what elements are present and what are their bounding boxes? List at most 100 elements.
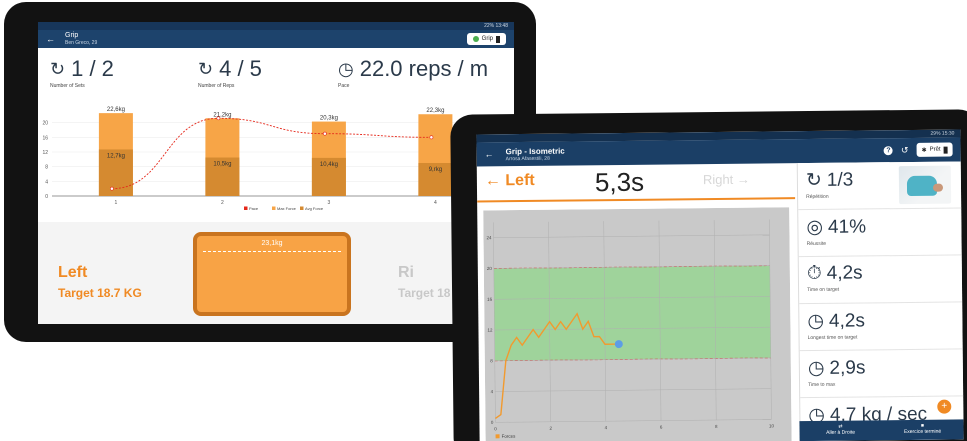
battery-icon [496,35,500,43]
connected-dot-icon [472,36,479,42]
back-arrow-icon[interactable]: ← [485,149,494,159]
legend-label: Avg Force [305,206,324,211]
reps-chart: 0 4 8 12 16 20 22,6kg 12,7kg 1 21,2kg 10,5kg 2 20,3k… [42,107,478,211]
stats-sidebar: ↻ 1/3 Répétition ◎ 41% Réussite ⏱ 4,2s Time… [796,161,964,441]
force-chart: 0 2 4 6 8 1004812162024Forces [483,207,792,441]
x-tick-label: 3 [328,200,331,206]
stat-time-on-target: ⏱ 4,2s Time on target [798,255,963,305]
bar-label-avg: 10,5kg [213,162,231,168]
stat-label: Number of Sets [50,83,85,89]
y-tick-label: 20 [42,121,48,127]
legend-swatch [272,206,276,210]
y-tick-label: 16 [487,297,493,302]
finish-exercise-label: Exercice terminé [903,428,942,436]
stopwatch-icon: ⏱ [806,262,822,285]
page-subtitle: Arrosa Afasestili, 28 [505,155,550,162]
bar-label-max: 22,3kg [426,108,444,114]
stat-value: 1/3 [826,169,854,191]
right-side: Ri Target 18 [398,264,450,300]
stats-row: ↻ 1 / 2 Number of Sets ↻ 4 / 5 Number of R… [38,52,514,100]
exercise-photo [898,165,952,205]
stat-success: ◎ 41% Réussite [798,208,962,258]
app-bar: ← Grip Ben Greco, 29 Grip [38,30,514,48]
y-tick-label: 8 [45,165,48,171]
stat-value: 22.0 reps / m [359,56,489,81]
target-icon: ◎ [806,216,824,239]
refresh-icon: ↻ [805,169,822,192]
title-block: Grip - Isometric Arrosa Afasestili, 28 [506,146,565,162]
back-arrow-icon[interactable]: ← [46,34,55,44]
pace-point [110,186,114,191]
stat-value: 41% [827,215,867,238]
device-chip[interactable]: ✱ Prêt [916,142,953,157]
legend-label: Max Force [277,206,297,211]
pace-point [429,135,434,140]
bluetooth-icon: ✱ [921,147,927,154]
elapsed-time: 5,3s [594,166,645,198]
stat-longest-time: ◷ 4,2s Longest time on target [799,302,963,352]
stat-pace: ◷ 22.0 reps / m Pace [338,56,488,89]
add-button[interactable]: + [937,399,952,414]
y-tick-label: 12 [487,328,493,333]
left-target: Target 18.7 KG [58,286,142,300]
side-header: ← Left 5,3s Right → [476,163,796,203]
stat-sets: ↻ 1 / 2 Number of Sets [50,56,114,89]
legend-label: Pace [249,206,259,211]
scene: 22% 13:48 ← Grip Ben Greco, 29 Grip ↻ 1 /… [0,0,967,441]
refresh-icon: ↻ [198,58,214,79]
stat-value: 1 / 2 [71,56,114,81]
legend-label: Forces [502,434,517,439]
y-tick-label: 12 [42,150,48,156]
gauge-panel: Left Target 18.7 KG 23,1kg Ri Target 18 [38,222,514,324]
y-tick-label: 16 [42,135,48,141]
left-side: Left Target 18.7 KG [58,264,142,300]
stat-label: Réussite [806,240,827,248]
y-tick-label: 0 [45,194,48,200]
left-side-button[interactable]: ← Left [485,172,535,191]
stat-repetition: ↻ 1/3 Répétition [797,161,962,211]
x-tick-label: 4 [434,200,437,206]
stat-label: Pace [338,83,350,89]
pace-point [216,116,221,121]
switch-right-button[interactable]: ⇄ Aller à Droite [799,420,881,441]
title-block: Grip Ben Greco, 29 [65,32,97,46]
device-chip-label: Prêt [929,146,941,153]
stat-value: 4 / 5 [219,56,262,81]
stat-value: 4,2s [826,262,863,284]
device-chip-label: Grip [481,36,493,42]
stat-time-to-max: ◷ 2,9s Time to max [799,349,964,399]
device-chip[interactable]: Grip [466,33,506,45]
right-side-button[interactable]: Right → [703,172,750,187]
right-target: Target 18 [398,286,451,300]
timer-icon: ◷ [338,58,354,79]
page-title: Grip [65,32,79,39]
tablet-front: 29% 15:30 ← Grip - Isometric Arrosa Afas… [450,109,967,441]
y-tick-label: 24 [486,235,492,240]
bar-label-max: 20,3kg [320,116,338,122]
bar-label-avg: 9,rkg [429,167,442,173]
right-label: Ri [398,264,414,281]
y-tick-label: 4 [45,179,48,185]
stat-reps: ↻ 4 / 5 Number of Reps [198,56,262,89]
force-gauge: 23,1kg [193,232,351,316]
stat-value: 2,9s [829,356,866,379]
undo-icon[interactable]: ↺ [901,144,909,155]
bar-label-avg: 12,7kg [107,153,125,159]
bar-label-max: 22,6kg [107,107,125,113]
refresh-icon: ↻ [50,58,66,79]
page-title: Grip - Isometric [505,146,565,156]
tablet-back-screen: 22% 13:48 ← Grip Ben Greco, 29 Grip ↻ 1 /… [38,22,514,324]
switch-right-label: Aller à Droite [826,429,856,436]
gauge-target-line [203,251,341,252]
help-icon[interactable]: ? [883,145,894,155]
legend-swatch [244,206,248,210]
finish-exercise-button[interactable]: ■ Exercice terminé [881,419,963,440]
gauge-value: 23,1kg [261,240,283,247]
x-tick-label: 10 [769,423,775,428]
bar-label-avg: 10,4kg [320,162,338,168]
x-tick-label: 1 [115,200,118,206]
left-label: Left [58,264,88,281]
page-subtitle: Ben Greco, 29 [65,40,98,46]
battery-icon [943,146,948,154]
legend-swatch [300,206,304,210]
